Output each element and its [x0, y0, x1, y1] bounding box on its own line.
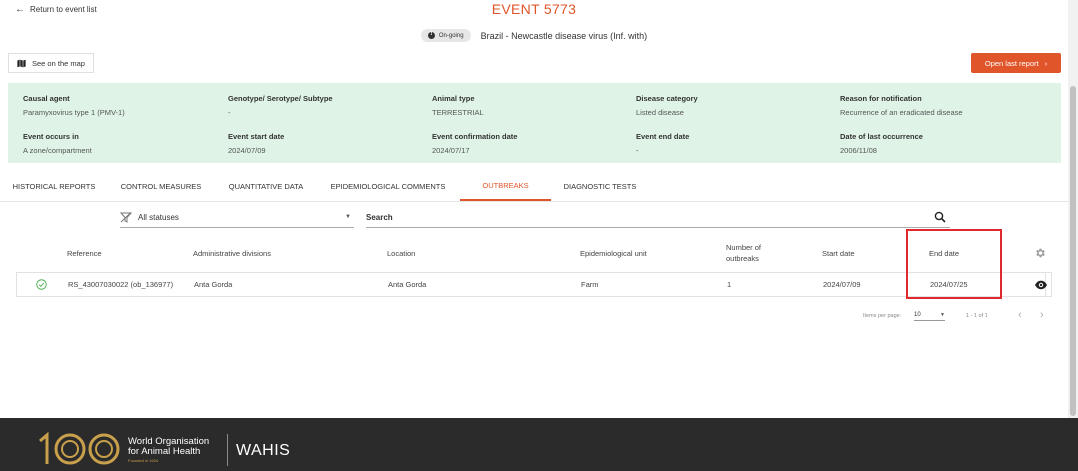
tab-control-measures[interactable]: CONTROL MEASURES	[114, 172, 208, 201]
items-per-page-label: Items per page:	[863, 313, 902, 319]
cell-reference: RS_43007030022 (ob_136977)	[68, 280, 174, 289]
chevron-right-icon: ›	[1044, 58, 1048, 68]
col-location[interactable]: Location	[387, 234, 415, 272]
col-admin-divisions[interactable]: Administrative divisions	[193, 234, 271, 272]
items-per-page-value: 10	[914, 312, 921, 318]
event-header: ← Return to event list EVENT 5773 On-goi…	[0, 0, 1068, 48]
pagination: Items per page: 10 ▼ 1 - 1 of 1 ‹ ›	[860, 309, 1060, 323]
tab-epidemiological-comments[interactable]: EPIDEMIOLOGICAL COMMENTS	[324, 172, 452, 201]
tab-diagnostic-tests[interactable]: DIAGNOSTIC TESTS	[558, 172, 642, 201]
gear-icon[interactable]	[1034, 247, 1046, 259]
map-icon	[17, 59, 26, 67]
open-report-label: Open last report	[984, 58, 1039, 68]
col-number-of-outbreaks[interactable]: Number of outbreaks	[726, 234, 761, 272]
tab-outbreaks[interactable]: OUTBREAKS	[460, 172, 551, 201]
info-last-occurrence: Date of last occurrence 2006/11/08	[840, 132, 923, 155]
tab-historical-reports[interactable]: HISTORICAL REPORTS	[8, 172, 100, 201]
info-causal-agent: Causal agent Paramyxovirus type 1 (PMV-1…	[23, 94, 125, 117]
status-badge: On-going	[420, 29, 471, 42]
items-per-page-select[interactable]: 10 ▼	[914, 310, 945, 321]
woah-100-logo	[39, 432, 120, 465]
col-epi-unit[interactable]: Epidemiological unit	[580, 234, 647, 272]
info-end-date: Event end date -	[636, 132, 690, 155]
page-title: EVENT 5773	[491, 1, 577, 17]
info-reason: Reason for notification Recurrence of an…	[840, 94, 963, 117]
info-confirmation-date: Event confirmation date 2024/07/17	[432, 132, 518, 155]
cell-epi-unit: Farm	[581, 280, 599, 289]
org-name: World Organisation for Animal Health	[128, 436, 210, 457]
status-filter-select[interactable]: All statuses ▼	[120, 208, 354, 228]
eye-icon[interactable]	[1034, 280, 1048, 290]
event-tabs: HISTORICAL REPORTS CONTROL MEASURES QUAN…	[0, 172, 1068, 202]
map-button-label: See on the map	[32, 58, 85, 68]
col-number-line1: Number of	[726, 243, 762, 252]
page-footer: World Organisation for Animal Health Fou…	[0, 418, 1078, 471]
see-on-map-button[interactable]: See on the map	[8, 53, 94, 73]
cell-location: Anta Gorda	[388, 280, 427, 289]
chevron-down-icon: ▼	[345, 214, 351, 220]
info-genotype: Genotype/ Serotype/ Subtype -	[228, 94, 333, 117]
search-input[interactable]	[366, 208, 906, 226]
search-icon[interactable]	[934, 211, 946, 223]
wahis-logo-text[interactable]: WAHIS	[236, 442, 290, 460]
scrollbar-thumb[interactable]	[1070, 86, 1076, 416]
org-founded: Founded in 1924	[128, 458, 159, 463]
event-info-panel: Causal agent Paramyxovirus type 1 (PMV-1…	[8, 83, 1061, 163]
event-page: ← Return to event list EVENT 5773 On-goi…	[0, 0, 1078, 471]
outbreaks-table-header: Reference Administrative divisions Locat…	[16, 234, 1052, 272]
page-scrollbar[interactable]	[1068, 0, 1078, 418]
cell-number-of-outbreaks: 1	[727, 280, 732, 289]
cell-start-date: 2024/07/09	[823, 280, 861, 289]
event-subtitle: On-going Brazil - Newcastle disease viru…	[0, 29, 1068, 42]
cell-admin-divisions: Anta Gorda	[194, 280, 233, 289]
col-reference[interactable]: Reference	[67, 234, 102, 272]
previous-page-button[interactable]: ‹	[1018, 309, 1022, 321]
col-number-line2: outbreaks	[726, 254, 759, 263]
cell-end-date: 2024/07/25	[930, 280, 968, 289]
disease-title: Brazil - Newcastle disease virus (Inf. w…	[480, 30, 648, 41]
search-field[interactable]	[366, 208, 950, 228]
open-last-report-button[interactable]: Open last report ›	[971, 53, 1061, 73]
status-badge-label: On-going	[438, 32, 464, 39]
info-animal-type: Animal type TERRESTRIAL	[432, 94, 484, 117]
footer-divider	[227, 434, 228, 466]
table-row[interactable]: RS_43007030022 (ob_136977) Anta Gorda An…	[16, 272, 1052, 297]
check-circle-icon	[36, 279, 47, 290]
info-disease-category: Disease category Listed disease	[636, 94, 698, 117]
info-event-occurs-in: Event occurs in A zone/compartment	[23, 132, 92, 155]
col-end-date[interactable]: End date	[929, 234, 959, 272]
next-page-button[interactable]: ›	[1040, 309, 1044, 321]
outbreak-filters: All statuses ▼	[0, 208, 1068, 228]
filter-off-icon	[120, 212, 132, 223]
status-filter-value: All statuses	[138, 213, 179, 222]
tab-quantitative-data[interactable]: QUANTITATIVE DATA	[222, 172, 310, 201]
chevron-down-icon: ▼	[940, 312, 945, 318]
col-start-date[interactable]: Start date	[822, 234, 855, 272]
info-icon	[427, 31, 435, 39]
pagination-range: 1 - 1 of 1	[966, 313, 988, 319]
info-start-date: Event start date 2024/07/09	[228, 132, 285, 155]
